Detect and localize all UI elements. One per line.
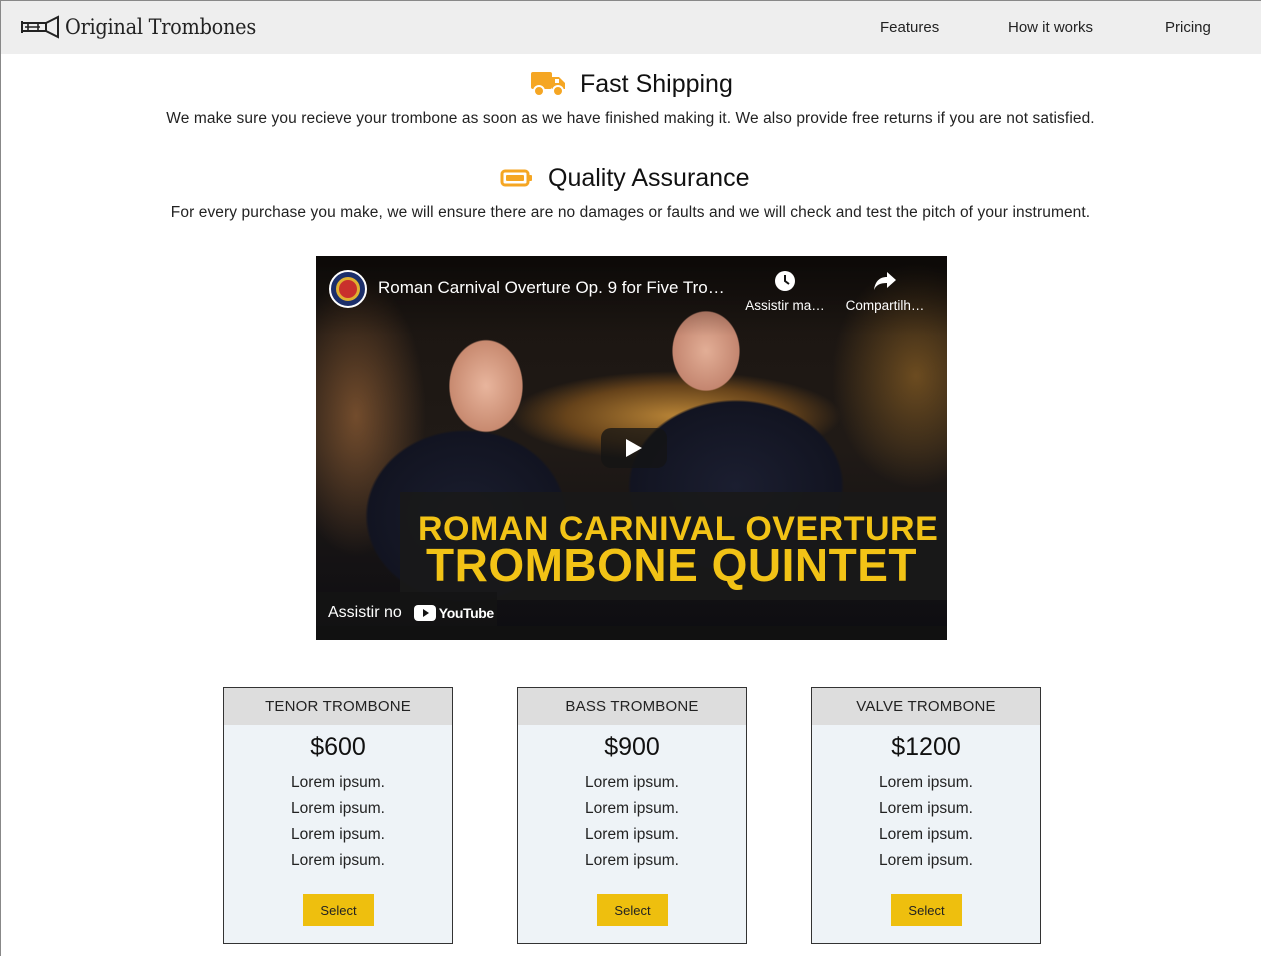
feature-heading-quality: Quality Assurance <box>500 160 750 196</box>
channel-avatar[interactable] <box>329 270 367 308</box>
list-item: Lorem ipsum. <box>585 800 679 817</box>
youtube-wordmark: YouTube <box>438 605 494 621</box>
card-title: BASS TROMBONE <box>518 688 746 725</box>
pricing-card-bass: BASS TROMBONE $900 Lorem ipsum. Lorem ip… <box>517 687 747 944</box>
select-button-tenor[interactable]: Select <box>303 894 374 926</box>
list-item: Lorem ipsum. <box>291 826 385 843</box>
trombone-logo-icon <box>21 15 59 39</box>
card-feature-list: Lorem ipsum. Lorem ipsum. Lorem ipsum. L… <box>518 770 746 874</box>
card-title: VALVE TROMBONE <box>812 688 1040 725</box>
nav-link-pricing[interactable]: Pricing <box>1165 1 1211 54</box>
feature-heading-shipping: Fast Shipping <box>530 66 733 102</box>
banner-line-2: TROMBONE QUINTET <box>426 539 917 591</box>
watch-on-label: Assistir no <box>328 604 402 621</box>
list-item: Lorem ipsum. <box>291 800 385 817</box>
card-feature-list: Lorem ipsum. Lorem ipsum. Lorem ipsum. L… <box>224 770 452 874</box>
truck-icon <box>531 72 565 97</box>
list-item: Lorem ipsum. <box>585 852 679 869</box>
nav-link-how-it-works[interactable]: How it works <box>1008 1 1093 54</box>
list-item: Lorem ipsum. <box>879 826 973 843</box>
list-item: Lorem ipsum. <box>879 852 973 869</box>
card-price: $600 <box>310 733 366 761</box>
brand-logo[interactable]: Original Trombones <box>20 11 273 43</box>
feature-description-shipping: We make sure you recieve your trombone a… <box>166 110 1095 127</box>
watch-later-button[interactable]: Assistir ma… <box>740 270 830 313</box>
play-button[interactable] <box>601 428 667 468</box>
site-header: Original Trombones Features How it works… <box>1 1 1261 54</box>
share-button[interactable]: Compartilh… <box>840 270 930 313</box>
video-title[interactable]: Roman Carnival Overture Op. 9 for Five T… <box>378 278 725 298</box>
watch-later-label: Assistir ma… <box>745 298 825 313</box>
list-item: Lorem ipsum. <box>879 800 973 817</box>
list-item: Lorem ipsum. <box>291 852 385 869</box>
video-bottom-bar <box>316 626 947 640</box>
play-icon <box>626 439 642 457</box>
video-embed[interactable]: Roman Carnival Overture Op. 9 for Five T… <box>316 256 947 640</box>
card-price: $1200 <box>891 733 961 761</box>
feature-description-quality: For every purchase you make, we will ens… <box>170 204 1091 221</box>
list-item: Lorem ipsum. <box>585 774 679 791</box>
brand-name: Original Trombones <box>65 15 256 39</box>
share-label: Compartilh… <box>845 298 925 313</box>
nav-link-features[interactable]: Features <box>880 1 939 54</box>
select-button-valve[interactable]: Select <box>891 894 962 926</box>
card-title: TENOR TROMBONE <box>224 688 452 725</box>
pricing-card-tenor: TENOR TROMBONE $600 Lorem ipsum. Lorem i… <box>223 687 453 944</box>
feature-title-quality: Quality Assurance <box>548 163 750 192</box>
youtube-play-icon <box>413 605 436 621</box>
card-feature-list: Lorem ipsum. Lorem ipsum. Lorem ipsum. L… <box>812 770 1040 874</box>
select-button-bass[interactable]: Select <box>597 894 668 926</box>
battery-icon <box>500 169 532 187</box>
card-price: $900 <box>604 733 660 761</box>
list-item: Lorem ipsum. <box>291 774 385 791</box>
list-item: Lorem ipsum. <box>585 826 679 843</box>
youtube-logo: YouTube <box>413 605 494 621</box>
feature-title-shipping: Fast Shipping <box>580 69 733 98</box>
share-icon <box>874 272 896 290</box>
list-item: Lorem ipsum. <box>879 774 973 791</box>
pricing-card-valve: VALVE TROMBONE $1200 Lorem ipsum. Lorem … <box>811 687 1041 944</box>
clock-icon <box>775 271 795 291</box>
